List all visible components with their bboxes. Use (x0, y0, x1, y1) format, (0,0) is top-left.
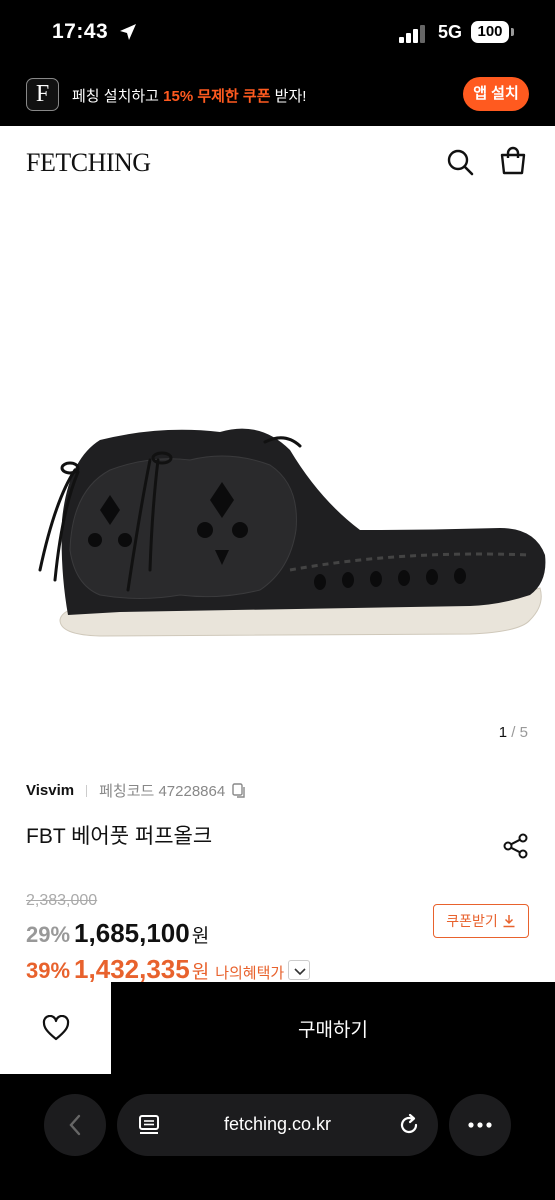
more-button[interactable] (449, 1094, 511, 1156)
status-bar: 17:43 5G 100 (0, 0, 555, 66)
discount-rate: 29% (26, 922, 71, 947)
reload-icon[interactable] (397, 1113, 421, 1137)
shopping-bag-icon[interactable] (498, 146, 528, 176)
banner-text: 페칭 설치하고 15% 무제한 쿠폰 받자! (72, 85, 306, 106)
product-page: FETCHING 1 / 5 Visvim 페칭코드 47228864 FBT … (0, 126, 555, 985)
buy-button[interactable]: 구매하기 (111, 982, 555, 1074)
banner-text-after: 받자! (270, 88, 307, 105)
benefit-currency: 원 (191, 962, 210, 983)
benefit-discount-rate: 39% (26, 958, 71, 983)
coupon-label: 쿠폰받기 (446, 913, 498, 929)
benefit-price-row[interactable]: 39% 1,432,335 원 나의혜택가 (26, 954, 311, 985)
download-icon (503, 915, 515, 928)
image-counter-total: 5 (519, 724, 528, 741)
fetching-logo[interactable]: FETCHING (26, 148, 151, 178)
url-text: fetching.co.kr (223, 1114, 332, 1134)
address-bar[interactable]: fetching.co.kr (117, 1094, 438, 1156)
original-price: 2,383,000 (26, 892, 98, 909)
copy-icon[interactable] (231, 782, 247, 799)
benefit-label: 나의혜택가 (215, 965, 285, 982)
back-button[interactable] (44, 1094, 106, 1156)
more-icon (468, 1122, 492, 1128)
heart-icon (42, 1015, 69, 1041)
benefit-price: 1,432,335 (74, 954, 190, 984)
app-logo-icon: F (26, 78, 59, 111)
sale-price: 1,685,100 (74, 918, 190, 948)
banner-text-before: 페칭 설치하고 (72, 88, 164, 105)
image-counter-separator: / (507, 724, 520, 741)
product-brand[interactable]: Visvim (26, 782, 74, 799)
browser-toolbar: fetching.co.kr (0, 1074, 555, 1200)
share-icon[interactable] (502, 832, 530, 860)
battery-cap (511, 28, 514, 36)
product-image[interactable] (0, 210, 555, 730)
location-arrow-icon (120, 24, 136, 40)
banner-highlight: 15% 무제한 쿠폰 (163, 88, 271, 105)
currency: 원 (191, 926, 210, 947)
chevron-down-icon[interactable] (288, 960, 311, 980)
chevron-left-icon (69, 1114, 81, 1136)
brand-row: Visvim 페칭코드 47228864 (26, 780, 247, 801)
product-title: FBT 베어풋 퍼프올크 (26, 825, 213, 848)
app-install-banner: F 페칭 설치하고 15% 무제한 쿠폰 받자! 앱 설치 (0, 66, 555, 126)
image-counter: 1 / 5 (499, 724, 528, 741)
price-row: 29% 1,685,100 원 (26, 918, 209, 949)
status-time: 17:43 (52, 20, 109, 43)
network-type: 5G (438, 22, 463, 42)
signal-icon (399, 23, 429, 43)
coupon-button[interactable]: 쿠폰받기 (433, 904, 529, 938)
search-icon[interactable] (446, 148, 474, 176)
fetching-code: 페칭코드 47228864 (99, 783, 226, 800)
wishlist-button[interactable] (0, 982, 111, 1074)
app-install-button[interactable]: 앱 설치 (463, 77, 529, 111)
battery-icon: 100 (471, 21, 509, 43)
divider (86, 784, 88, 797)
image-counter-current: 1 (498, 724, 508, 741)
